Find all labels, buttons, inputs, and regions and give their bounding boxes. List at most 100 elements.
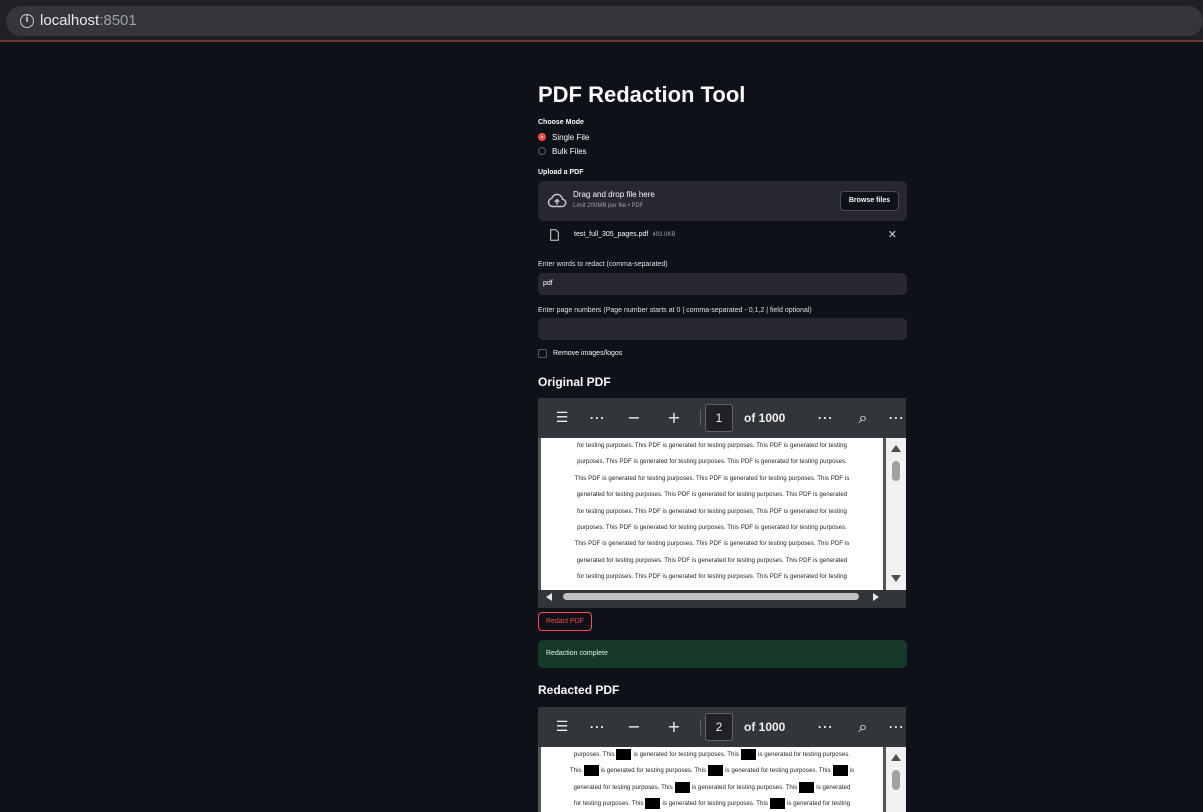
- original-pdf-heading: Original PDF: [538, 375, 611, 389]
- pdf-text-line: This PDF is generated for testing purpos…: [574, 474, 850, 482]
- more-icon[interactable]: ⋯: [812, 707, 838, 747]
- pdf-text-line: generated for testing purposes. This PDF…: [576, 491, 848, 499]
- zoom-in-icon[interactable]: +: [662, 707, 686, 747]
- pdf-text-line: for testing purposes. This PDF is genera…: [577, 507, 847, 515]
- url-host: localhost: [40, 12, 100, 29]
- pdf-text: is generated: [816, 783, 851, 791]
- pdf-text: generated for testing purposes. This: [573, 783, 673, 791]
- pdf-text-line: purposes. This PDF is generated for test…: [577, 523, 847, 531]
- redaction-box: [799, 781, 815, 793]
- pdf-text-line: for testing purposes. This is generated f…: [541, 796, 883, 812]
- divider: [700, 719, 701, 735]
- redaction-box: [645, 798, 661, 810]
- info-icon[interactable]: i: [20, 14, 34, 28]
- words-input[interactable]: pdf: [538, 273, 907, 295]
- radio-bulk-files[interactable]: Bulk Files: [538, 146, 587, 156]
- dropzone-title: Drag and drop file here: [573, 190, 655, 199]
- file-icon: [550, 229, 559, 241]
- pdf-text-line: purposes. This PDF is generated for test…: [577, 458, 847, 466]
- redacted-pdf-heading: Redacted PDF: [538, 683, 620, 697]
- pages-input[interactable]: [538, 318, 907, 340]
- outline-icon[interactable]: ☰: [548, 398, 576, 438]
- pages-label: Enter page numbers (Page number starts a…: [538, 307, 812, 314]
- more-icon[interactable]: ⋯: [886, 707, 906, 747]
- page-number-input[interactable]: 1: [705, 404, 733, 432]
- zoom-out-icon[interactable]: −: [622, 707, 646, 747]
- page-count: of 1000: [744, 411, 786, 425]
- redaction-box: [832, 765, 848, 777]
- page-count: of 1000: [744, 720, 786, 734]
- scroll-down-icon[interactable]: [891, 575, 901, 582]
- pdf-text: purposes. This: [573, 751, 615, 758]
- scroll-thumb[interactable]: [892, 770, 900, 790]
- scroll-thumb[interactable]: [892, 461, 900, 481]
- redacted-pdf-viewer[interactable]: ☰ ⋯ − + 2 of 1000 ⋯ ⌕ ⋯ purposes. This is…: [538, 707, 906, 812]
- redaction-box: [674, 781, 690, 793]
- pdf-text-line: for testing purposes. This PDF is genera…: [577, 442, 847, 449]
- scroll-up-icon[interactable]: [891, 445, 901, 452]
- pdf-text: for testing purposes. This: [573, 800, 644, 808]
- pdf-text-line: for testing purposes. This PDF is genera…: [577, 573, 847, 581]
- browse-files-button[interactable]: Browse files: [840, 191, 899, 211]
- file-name: test_full_305_pages.pdf 493.0KB: [574, 231, 675, 238]
- url-text[interactable]: localhost:8501: [40, 12, 137, 29]
- dropzone-limit: Limit 200MB per file • PDF: [573, 203, 644, 209]
- pdf-page: purposes. This is generated for testing p…: [541, 747, 883, 812]
- vertical-scrollbar[interactable]: [886, 438, 906, 590]
- search-icon[interactable]: ⌕: [850, 398, 876, 438]
- address-bar[interactable]: i localhost:8501: [6, 6, 1203, 36]
- uploaded-file-row: test_full_305_pages.pdf 493.0KB ✕: [538, 228, 907, 244]
- divider: [700, 410, 701, 426]
- pdf-text: is: [849, 767, 855, 775]
- more-icon[interactable]: ⋯: [812, 398, 838, 438]
- pdf-text-line: generated for testing purposes. This is g…: [541, 780, 883, 796]
- pdf-text: is generated for testing purposes. This: [725, 767, 831, 775]
- remove-images-checkbox-row[interactable]: Remove images/logos: [538, 349, 622, 358]
- scroll-thumb[interactable]: [563, 593, 859, 600]
- cloud-upload-icon: [547, 193, 567, 208]
- file-dropzone[interactable]: Drag and drop file here Limit 200MB per …: [538, 181, 907, 221]
- browser-toolbar: i localhost:8501: [0, 0, 1203, 42]
- zoom-out-icon[interactable]: −: [622, 398, 646, 438]
- words-label: Enter words to redact (comma-separated): [538, 261, 668, 268]
- radio-label: Bulk Files: [552, 146, 587, 156]
- pdf-text-line: purposes. This is generated for testing p…: [541, 747, 883, 763]
- redaction-box: [769, 798, 785, 810]
- page-number-input[interactable]: 2: [705, 713, 733, 741]
- redaction-box: [583, 765, 599, 777]
- search-icon[interactable]: ⌕: [850, 707, 876, 747]
- checkbox-icon[interactable]: [538, 349, 547, 358]
- radio-unselected-icon[interactable]: [538, 147, 546, 155]
- mode-label: Choose Mode: [538, 119, 584, 126]
- pdf-page-area[interactable]: for testing purposes. This PDF is genera…: [538, 438, 906, 590]
- more-icon[interactable]: ⋯: [886, 398, 906, 438]
- redaction-box: [708, 765, 724, 777]
- pdf-text: is generated for testing purposes. This: [662, 800, 768, 808]
- pdf-text: This: [569, 767, 582, 775]
- outline-icon[interactable]: ☰: [548, 707, 576, 747]
- file-size: 493.0KB: [652, 232, 676, 238]
- pdf-text-line: This is generated for testing purposes. T…: [541, 763, 883, 779]
- zoom-in-icon[interactable]: +: [662, 398, 686, 438]
- scroll-right-icon[interactable]: [873, 593, 879, 601]
- pdf-text: is generated for testing purposes.: [757, 751, 851, 758]
- pdf-text: is generated for testing purposes. This: [633, 751, 739, 758]
- original-pdf-viewer[interactable]: ☰ ⋯ − + 1 of 1000 ⋯ ⌕ ⋯ for testing purp…: [538, 398, 906, 608]
- scroll-left-icon[interactable]: [546, 593, 552, 601]
- radio-single-file[interactable]: Single File: [538, 132, 589, 142]
- close-icon[interactable]: ✕: [888, 228, 897, 241]
- more-icon[interactable]: ⋯: [584, 398, 610, 438]
- redaction-box: [740, 748, 756, 760]
- success-alert: Redaction complete: [538, 640, 907, 668]
- pdf-text: is generated for testing purposes. This: [600, 767, 707, 775]
- radio-label: Single File: [552, 132, 590, 142]
- radio-selected-icon[interactable]: [538, 133, 546, 141]
- more-icon[interactable]: ⋯: [584, 707, 610, 747]
- scroll-up-icon[interactable]: [891, 754, 901, 761]
- horizontal-scrollbar[interactable]: [538, 590, 906, 604]
- redact-pdf-button[interactable]: Redact PDF: [538, 612, 592, 631]
- pdf-text-line: generated for testing purposes. This PDF…: [576, 556, 848, 564]
- pdf-page-area[interactable]: purposes. This is generated for testing p…: [538, 747, 906, 812]
- vertical-scrollbar[interactable]: [886, 747, 906, 812]
- url-port: :8501: [99, 12, 137, 29]
